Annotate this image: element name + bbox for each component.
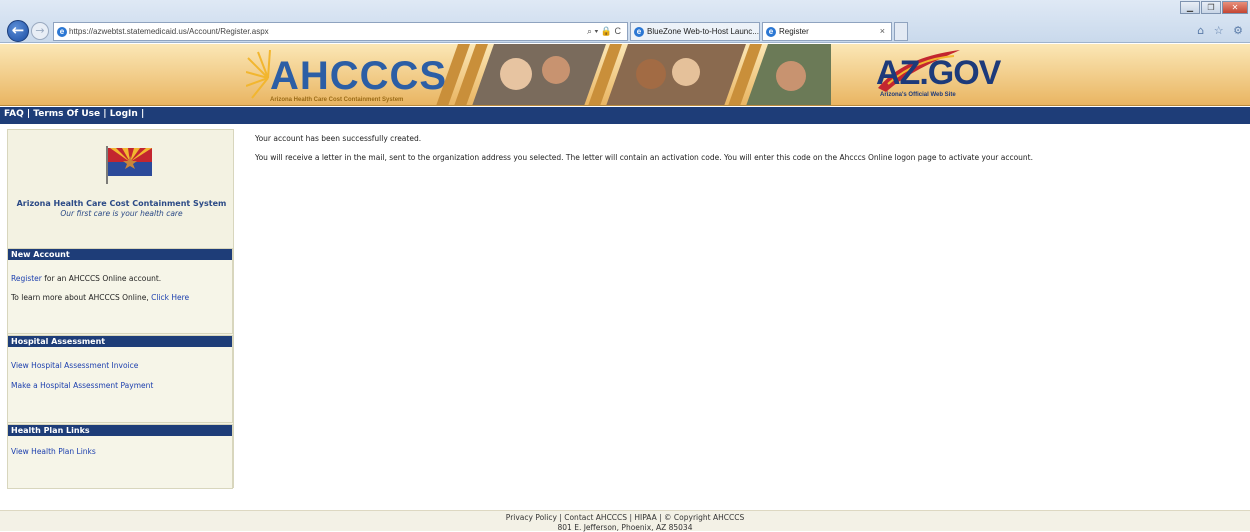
learn-more-line: To learn more about AHCCCS Online, Click… (11, 293, 189, 302)
ahcccs-logo-subtitle: Arizona Health Care Cost Containment Sys… (270, 97, 404, 103)
tab-label: BlueZone Web-to-Host Launc... (647, 27, 759, 36)
azgov-logo-subtitle: Arizona's Official Web Site (880, 92, 956, 98)
hospital-assessment-panel: Hospital Assessment View Hospital Assess… (7, 335, 233, 423)
address-bar[interactable]: e https://azwebtst.statemedicaid.us/Acco… (53, 22, 628, 41)
org-tagline: Our first care is your health care (60, 209, 183, 218)
section-heading: New Account (8, 249, 232, 260)
tab-label: Register (779, 27, 809, 36)
tab-register[interactable]: e Register × (762, 22, 892, 41)
success-message: Your account has been successfully creat… (255, 134, 422, 143)
address-tools[interactable]: ⌕ ▾ 🔒 C (587, 23, 621, 40)
activation-instructions: You will receive a letter in the mail, s… (255, 153, 1034, 162)
view-invoice-link[interactable]: View Hospital Assessment Invoice (11, 361, 138, 370)
banner-photo-strip (436, 44, 831, 105)
nav-faq-link[interactable]: FAQ (4, 109, 24, 119)
forward-button[interactable]: → (31, 22, 49, 40)
org-name: Arizona Health Care Cost Containment Sys… (16, 199, 227, 208)
contact-link[interactable]: Contact AHCCCS (564, 513, 627, 522)
new-account-panel: New Account Register for an AHCCCS Onlin… (7, 248, 233, 334)
window-controls: ▁ ❐ ✕ (1180, 1, 1248, 14)
ie-tab-icon: e (634, 27, 644, 37)
copyright-text: © Copyright AHCCCS (664, 513, 745, 522)
make-payment-link[interactable]: Make a Hospital Assessment Payment (11, 381, 153, 390)
nav-login-link[interactable]: LogIn (110, 109, 138, 119)
url-text: https://azwebtst.statemedicaid.us/Accoun… (69, 27, 269, 36)
nav-separator: | (137, 109, 145, 119)
ie-page-icon: e (57, 27, 67, 37)
privacy-policy-link[interactable]: Privacy Policy (506, 513, 557, 522)
view-health-plan-links-link[interactable]: View Health Plan Links (11, 447, 96, 456)
back-button[interactable]: ← (7, 20, 29, 42)
site-banner: AHCCCS Arizona Health Care Cost Containm… (0, 44, 1250, 106)
azgov-logo[interactable]: AZ.GOV Arizona's Official Web Site (868, 44, 1001, 105)
health-plan-links-panel: Health Plan Links View Health Plan Links (7, 424, 233, 489)
top-nav: FAQ | Terms Of Use | LogIn | (0, 107, 1250, 124)
click-here-link[interactable]: Click Here (151, 293, 189, 302)
section-heading: Health Plan Links (8, 425, 232, 436)
hipaa-link[interactable]: HIPAA (634, 513, 656, 522)
close-window-button[interactable]: ✕ (1222, 1, 1248, 14)
toolbar-icons[interactable]: ⌂ ☆ ⚙ (1197, 24, 1246, 37)
maximize-button[interactable]: ❐ (1201, 1, 1221, 14)
nav-separator: | (100, 109, 110, 119)
azgov-logo-text: AZ.GOV (876, 54, 1001, 92)
footer: Privacy Policy | Contact AHCCCS | HIPAA … (0, 510, 1250, 532)
ahcccs-logo[interactable]: AHCCCS Arizona Health Care Cost Containm… (246, 50, 446, 104)
minimize-button[interactable]: ▁ (1180, 1, 1200, 14)
new-tab-button[interactable] (894, 22, 908, 41)
nav-terms-link[interactable]: Terms Of Use (33, 109, 100, 119)
register-link[interactable]: Register (11, 274, 42, 283)
register-text: for an AHCCCS Online account. (41, 274, 162, 283)
ie-tab-icon: e (766, 27, 776, 37)
browser-toolbar: ▁ ❐ ✕ ← → e https://azwebtst.statemedica… (0, 0, 1250, 43)
section-heading: Hospital Assessment (8, 336, 232, 347)
nav-separator: | (23, 109, 34, 119)
register-line: Register for an AHCCCS Online account. (11, 274, 161, 283)
tab-bluezone[interactable]: e BlueZone Web-to-Host Launc... (630, 22, 760, 41)
learn-more-text: To learn more about AHCCCS Online, (11, 293, 152, 302)
footer-links: Privacy Policy | Contact AHCCCS | HIPAA … (0, 513, 1250, 522)
arizona-flag-icon (106, 146, 152, 184)
tab-close-icon[interactable]: × (880, 23, 885, 40)
